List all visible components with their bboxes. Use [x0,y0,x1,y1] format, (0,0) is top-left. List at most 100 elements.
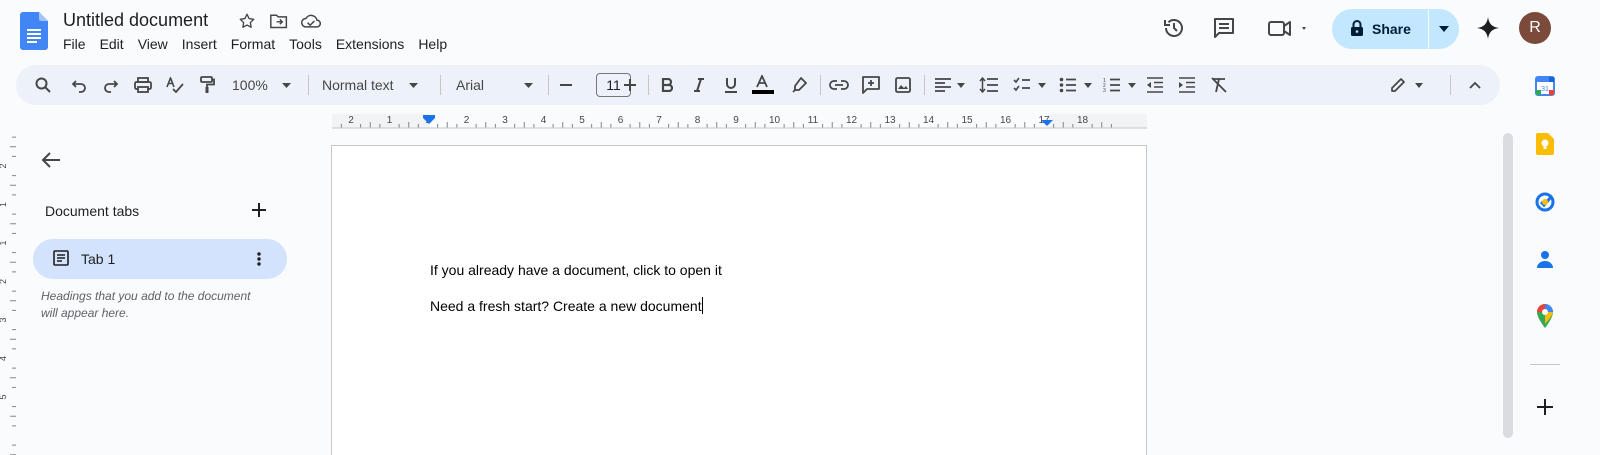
toolbar: 100% Normal text Arial 11 1 2 3 [16,65,1500,105]
menu-tools[interactable]: Tools [282,34,329,54]
menu-bar: File Edit View Insert Format Tools Exten… [56,34,454,54]
ruler-label: 5 [579,115,585,126]
numbered-list-icon[interactable]: 123 [1100,65,1140,105]
collapse-icon[interactable] [1462,65,1488,105]
tasks-icon[interactable] [1533,190,1557,214]
image-icon[interactable] [890,65,916,105]
ruler-label: 8 [695,115,701,126]
open-document-text: If you already have a document, click to… [430,262,722,278]
vruler-label: 5 [0,394,8,399]
font-family-value: Arial [456,77,485,93]
highlight-icon[interactable] [786,65,812,105]
menu-extensions[interactable]: Extensions [329,34,411,54]
font-select[interactable]: Arial [452,65,540,105]
avatar[interactable]: R [1519,12,1551,44]
paint-format-icon[interactable] [194,65,220,105]
docs-logo-icon[interactable] [20,12,48,50]
sidebar-item-tab-1[interactable]: Tab 1 [33,239,287,279]
ruler-label: 2 [464,115,470,126]
clear-format-icon[interactable] [1206,65,1232,105]
more-vert-icon[interactable] [249,249,269,269]
redo-icon[interactable] [98,65,124,105]
cloud-saved-icon[interactable] [300,10,322,32]
open-document-line[interactable]: If you already have a document, click to… [430,262,722,278]
line-spacing-icon[interactable] [976,65,1002,105]
checklist-icon[interactable] [1010,65,1050,105]
share-button[interactable]: Share [1332,9,1459,49]
style-select[interactable]: Normal text [318,65,430,105]
ruler-label: 12 [846,115,858,126]
svg-text:3: 3 [1103,88,1106,93]
ruler-label: 11 [808,115,819,126]
menu-view[interactable]: View [131,34,175,54]
spellcheck-icon[interactable] [162,65,188,105]
outline-hint: Headings that you add to the document wi… [41,289,251,320]
move-to-folder-icon[interactable] [268,10,290,32]
ruler-label: 15 [961,115,973,126]
indent-increase-icon[interactable] [1174,65,1200,105]
vertical-ruler[interactable]: 2 1 1 2 3 4 5 [0,130,18,455]
meet-icon[interactable] [1262,8,1314,48]
share-dropdown-icon[interactable] [1429,9,1459,49]
print-icon[interactable] [130,65,156,105]
svg-text:31: 31 [1541,86,1549,93]
keep-icon[interactable] [1533,132,1557,156]
undo-icon[interactable] [66,65,92,105]
ruler-label: 3 [502,115,508,126]
maps-icon[interactable] [1533,304,1557,328]
align-icon[interactable] [930,65,970,105]
scrollbar[interactable] [1503,133,1513,438]
version-history-icon[interactable] [1154,8,1194,48]
vruler-label: 2 [0,163,8,168]
comments-icon[interactable] [1204,8,1244,48]
star-icon[interactable] [236,10,258,32]
gemini-icon[interactable] [1468,8,1508,48]
document-icon [53,250,71,268]
search-icon[interactable] [30,65,56,105]
zoom-select[interactable]: 100% [228,65,298,105]
contacts-icon[interactable] [1533,247,1557,271]
link-icon[interactable] [826,65,852,105]
ruler-label: 7 [656,115,662,126]
italic-icon[interactable] [686,65,712,105]
horizontal-ruler[interactable]: 21123456789101112131415161718 [332,110,1147,130]
add-addon-icon[interactable] [1533,395,1557,419]
menu-edit[interactable]: Edit [93,34,131,54]
ruler-label: 9 [733,115,739,126]
bold-icon[interactable] [654,65,680,105]
ruler-label: 16 [1000,115,1012,126]
font-size-decrease-icon[interactable] [556,65,576,105]
editing-mode-icon[interactable] [1386,65,1428,105]
paragraph-style-value: Normal text [322,77,394,93]
calendar-icon[interactable]: 31 [1533,74,1557,98]
document-title[interactable]: Untitled document [63,10,208,31]
text-color-icon[interactable] [750,65,776,105]
menu-file[interactable]: File [56,34,93,54]
vruler-label: 1 [0,202,8,207]
ruler-label: 14 [923,115,935,126]
app-header: Untitled document File Edit View Insert … [0,0,1600,62]
text-cursor [701,297,703,314]
indent-decrease-icon[interactable] [1142,65,1168,105]
new-document-text: Need a fresh start? Create a new documen… [430,298,702,314]
comment-add-icon[interactable] [858,65,884,105]
ruler-label: 6 [618,115,624,126]
menu-help[interactable]: Help [411,34,454,54]
vruler-label: 3 [0,317,8,322]
document-page[interactable]: If you already have a document, click to… [331,145,1147,455]
bullet-list-icon[interactable] [1056,65,1096,105]
add-tab-icon[interactable] [248,199,270,221]
ruler-label: 2 [348,115,354,126]
new-document-line[interactable]: Need a fresh start? Create a new documen… [430,297,703,314]
ruler-left-margin [332,114,429,128]
vruler-label: 4 [0,356,8,361]
menu-insert[interactable]: Insert [175,34,224,54]
font-size-increase-icon[interactable] [620,65,640,105]
back-arrow-icon[interactable] [38,147,64,173]
side-panel-divider [1530,364,1560,365]
ruler-label: 4 [541,115,547,126]
menu-format[interactable]: Format [224,34,282,54]
ruler-label: 1 [387,115,393,126]
underline-icon[interactable] [718,65,744,105]
ruler-label: 10 [769,115,781,126]
